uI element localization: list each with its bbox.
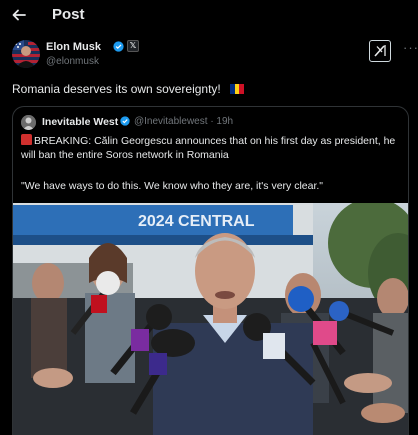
verified-badge-icon xyxy=(113,41,124,52)
siren-icon xyxy=(21,134,32,145)
quoted-meta: @Inevitablewest · 19h xyxy=(134,116,234,127)
quoted-quote: "We have ways to do this. We know who th… xyxy=(21,180,324,192)
grok-button[interactable] xyxy=(369,40,391,62)
press-conference-image: 2024 CENTRAL xyxy=(13,203,408,435)
quoted-avatar xyxy=(21,115,36,130)
verified-badge-icon xyxy=(120,116,130,126)
page-title: Post xyxy=(52,6,85,23)
quoted-post[interactable]: Inevitable West @Inevitablewest · 19h BR… xyxy=(12,106,409,435)
quoted-time: 19h xyxy=(216,116,234,127)
quoted-text: BREAKING: Călin Georgescu announces that… xyxy=(21,134,404,162)
more-options-icon[interactable]: ··· xyxy=(403,40,418,55)
post-author: Elon Musk 𝕏 @elonmusk ··· xyxy=(12,40,418,70)
avatar[interactable] xyxy=(12,40,40,68)
quoted-avatar-image xyxy=(21,115,36,130)
post-text: Romania deserves its own sovereignty! xyxy=(12,82,245,96)
arrow-left-icon xyxy=(12,9,26,21)
back-button[interactable] xyxy=(8,4,30,26)
quoted-photo[interactable]: 2024 CENTRAL xyxy=(13,203,408,435)
grok-icon xyxy=(374,45,386,57)
quoted-author-name: Inevitable West xyxy=(42,116,119,128)
avatar-image xyxy=(12,40,40,68)
post-header: Post xyxy=(0,0,418,32)
sign-text: 2024 CENTRAL xyxy=(138,213,255,230)
x-affiliate-badge-icon: 𝕏 xyxy=(127,40,139,52)
quoted-text-content: BREAKING: Călin Georgescu announces that… xyxy=(21,135,396,161)
quoted-author-handle: @Inevitablewest xyxy=(134,116,208,127)
romania-flag-icon xyxy=(230,84,245,94)
author-handle[interactable]: @elonmusk xyxy=(46,56,99,67)
author-name[interactable]: Elon Musk xyxy=(46,41,101,53)
post-text-content: Romania deserves its own sovereignty! xyxy=(12,82,221,96)
